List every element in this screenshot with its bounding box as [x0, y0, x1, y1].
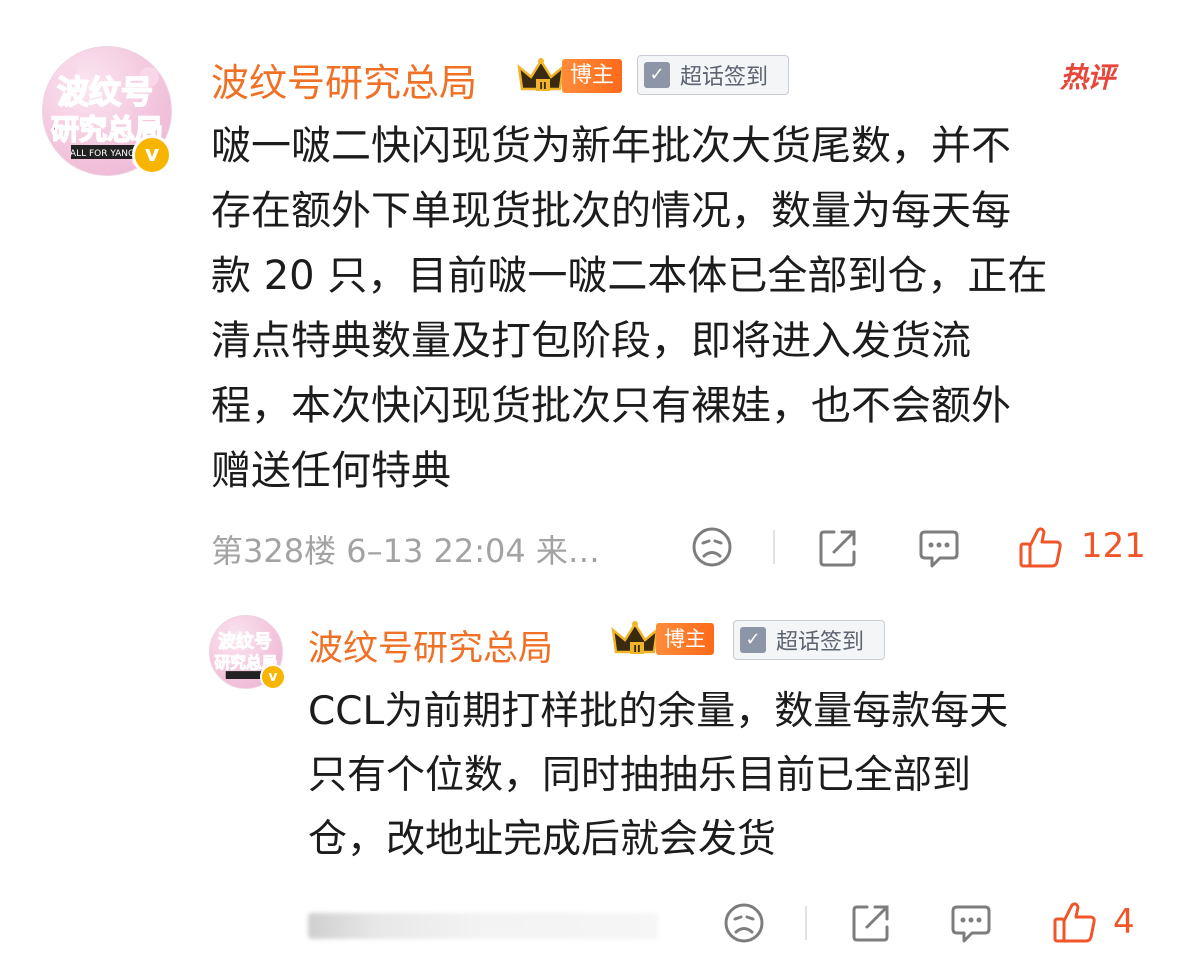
- verified-badge-icon: v: [132, 135, 172, 175]
- comment-icon[interactable]: [916, 526, 962, 572]
- svg-text:II: II: [539, 81, 546, 92]
- sad-face-icon[interactable]: [690, 525, 734, 569]
- content-line: 啵一啵二快闪现货为新年批次大货尾数，并不: [211, 123, 1011, 169]
- divider: [773, 530, 775, 564]
- like-count: 4: [1113, 902, 1135, 942]
- reply-username[interactable]: 波纹号研究总局: [308, 620, 553, 671]
- share-icon[interactable]: [849, 901, 893, 945]
- chaohua-label: 超话签到: [680, 65, 769, 90]
- comment-icon[interactable]: [948, 901, 994, 947]
- content-line: 程，本次快闪现货批次只有裸娃，也不会额外: [211, 383, 1011, 429]
- reply-meta-blurred: [308, 913, 658, 939]
- bozhu-badge: II 博主: [610, 620, 714, 658]
- content-line: 款 20 只，目前啵一啵二本体已全部到仓，正在: [211, 253, 1048, 299]
- share-icon[interactable]: [816, 526, 860, 570]
- verified-badge-icon: v: [260, 664, 286, 690]
- content-line: 只有个位数，同时抽抽乐目前已全部到: [308, 753, 972, 798]
- crown-icon: II: [611, 621, 659, 655]
- sad-face-icon[interactable]: [722, 901, 766, 945]
- avatar-text-1: 波纹号: [218, 631, 272, 653]
- like-thumb-icon[interactable]: [1018, 524, 1064, 570]
- chaohua-checkin-badge[interactable]: ✓ 超话签到: [733, 620, 885, 660]
- comment-meta: 第328楼 6–13 22:04 来…: [211, 532, 600, 570]
- chaohua-label: 超话签到: [776, 630, 865, 655]
- crown-icon: II: [517, 58, 565, 92]
- checkin-icon: ✓: [740, 627, 766, 653]
- reply-content: CCL为前期打样批的余量，数量每款每天 只有个位数，同时抽抽乐目前已全部到 仓，…: [308, 680, 1008, 872]
- content-line: 赠送任何特典: [211, 448, 451, 494]
- hot-comment-label: 热评: [1060, 61, 1115, 94]
- bozhu-badge: II 博主: [516, 57, 622, 95]
- divider: [805, 906, 807, 940]
- comment-content: 啵一啵二快闪现货为新年批次大货尾数，并不 存在额外下单现货批次的情况，数量为每天…: [211, 114, 1047, 504]
- checkin-icon: ✓: [644, 62, 670, 88]
- chaohua-checkin-badge[interactable]: ✓ 超话签到: [637, 55, 789, 95]
- svg-text:II: II: [633, 644, 640, 655]
- content-line: 清点特典数量及打包阶段，即将进入发货流: [211, 318, 971, 364]
- content-line: 存在额外下单现货批次的情况，数量为每天每: [211, 188, 1011, 234]
- bozhu-label: 博主: [562, 59, 622, 93]
- like-thumb-icon[interactable]: [1052, 899, 1098, 945]
- bozhu-label: 博主: [656, 623, 714, 655]
- content-line: CCL为前期打样批的余量，数量每款每天: [308, 689, 1009, 734]
- like-count: 121: [1081, 526, 1146, 566]
- avatar-text-1: 波纹号: [57, 73, 153, 111]
- username[interactable]: 波纹号研究总局: [211, 52, 477, 107]
- content-line: 仓，改地址完成后就会发货: [308, 817, 777, 862]
